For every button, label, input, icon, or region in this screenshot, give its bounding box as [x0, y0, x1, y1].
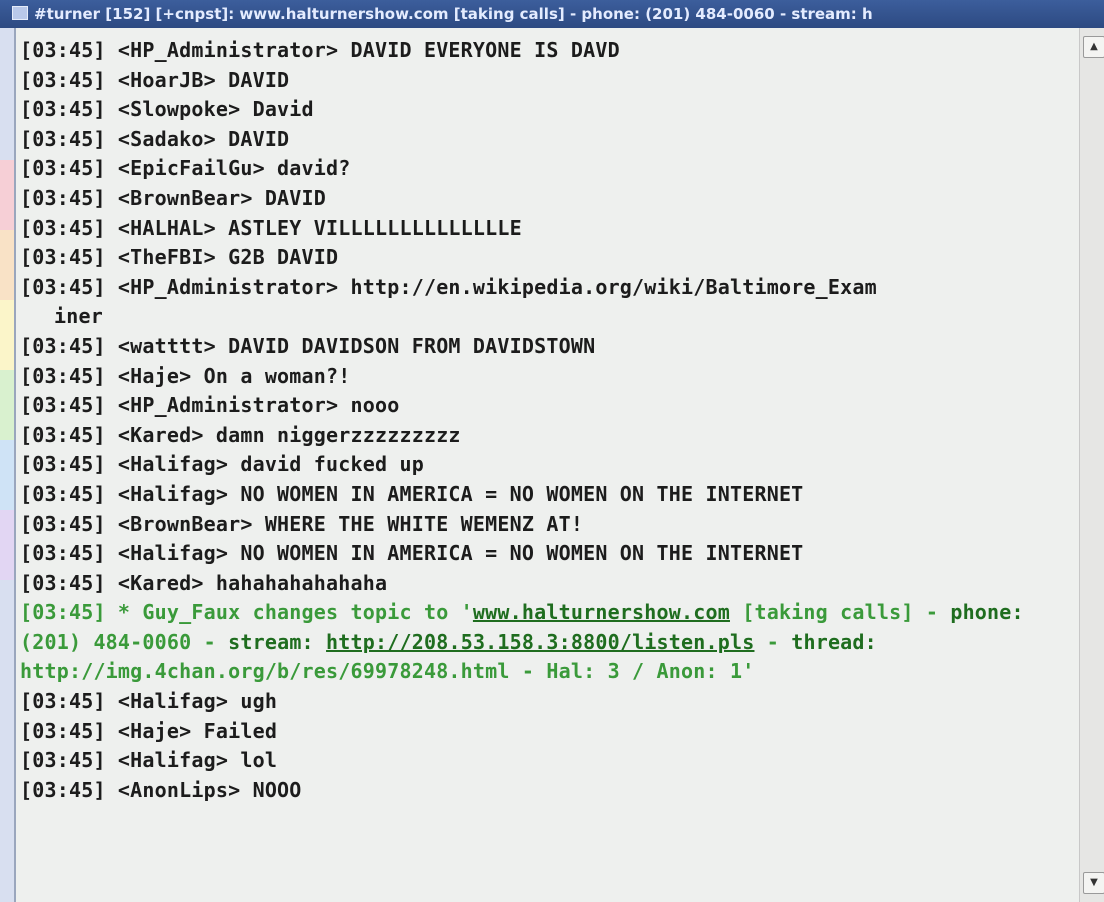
chat-message-line: [03:45] <TheFBI> G2B DAVID — [20, 245, 339, 270]
desktop-color-band-blue — [0, 440, 14, 510]
chat-message-line: [03:45] <HP_Administrator> nooo — [20, 393, 400, 418]
topic-site-link[interactable]: www.halturnershow.com — [473, 600, 730, 624]
chat-message-line: [03:45] <Haje> On a woman?! — [20, 363, 351, 388]
topic-change-message: [03:45] * Guy_Faux changes topic to 'www… — [20, 600, 1037, 684]
desktop-color-band-pink — [0, 160, 14, 230]
chat-message-line: [03:45] <BrownBear> WHERE THE WHITE WEME… — [20, 511, 584, 536]
desktop-background — [0, 0, 14, 902]
chat-message-line: [03:45] <Sadako> DAVID — [20, 126, 290, 151]
chat-message-line: [03:45] <Halifag> NO WOMEN IN AMERICA = … — [20, 541, 804, 566]
scrollbar-track[interactable] — [1080, 62, 1104, 868]
chat-message-line: [03:45] <HoarJB> DAVID — [20, 67, 290, 92]
chat-message-line: [03:45] <Haje> Failed — [20, 718, 278, 743]
chat-message-line: [03:45] <Halifag> david fucked up — [20, 452, 424, 477]
chat-scrollbar[interactable]: ▲ ▼ — [1079, 28, 1104, 902]
channel-window-icon — [12, 6, 28, 20]
scroll-up-arrow-icon[interactable]: ▲ — [1083, 36, 1104, 58]
chat-message-line: [03:45] <Halifag> NO WOMEN IN AMERICA = … — [20, 481, 804, 506]
chat-message-line: [03:45] <Kared> hahahahahahaha — [20, 570, 388, 595]
scroll-down-arrow-icon[interactable]: ▼ — [1083, 872, 1104, 894]
chat-message-line: [03:45] <HALHAL> ASTLEY VILLLLLLLLLLLLLL… — [20, 215, 522, 240]
window-titlebar[interactable]: #turner [152] [+cnpst]: www.halturnersho… — [0, 0, 1104, 28]
chat-message-line: [03:45] <Kared> damn niggerzzzzzzzzz — [20, 422, 461, 447]
irc-channel-window: [03:45] <HP_Administrator> DAVID EVERYON… — [14, 28, 1104, 902]
chat-message-line: [03:45] <Slowpoke> David — [20, 97, 314, 122]
desktop-color-band-purple — [0, 510, 14, 580]
chat-log[interactable]: [03:45] <HP_Administrator> DAVID EVERYON… — [20, 36, 1078, 900]
chat-message-line: [03:45] <EpicFailGu> david? — [20, 156, 351, 181]
desktop-color-band-peach — [0, 230, 14, 300]
chat-message-line: [03:45] <HP_Administrator> http://en.wik… — [20, 274, 877, 299]
chat-message-line: [03:45] <HP_Administrator> DAVID EVERYON… — [20, 38, 620, 62]
chat-message-line: [03:45] <Halifag> lol — [20, 748, 278, 773]
chat-message-line: [03:45] <AnonLips> NOOO — [20, 777, 302, 802]
desktop-color-band-yellow — [0, 300, 14, 370]
chat-message-line: [03:45] <Halifag> ugh — [20, 689, 278, 714]
desktop-color-band-green — [0, 370, 14, 440]
chat-message-line: [03:45] <watttt> DAVID DAVIDSON FROM DAV… — [20, 333, 596, 358]
chat-message-line: [03:45] <BrownBear> DAVID — [20, 185, 327, 210]
chat-message-line: iner — [54, 304, 103, 329]
topic-stream-link[interactable]: http://208.53.158.3:8800/listen.pls — [326, 630, 754, 654]
window-title: #turner [152] [+cnpst]: www.halturnersho… — [34, 5, 873, 23]
